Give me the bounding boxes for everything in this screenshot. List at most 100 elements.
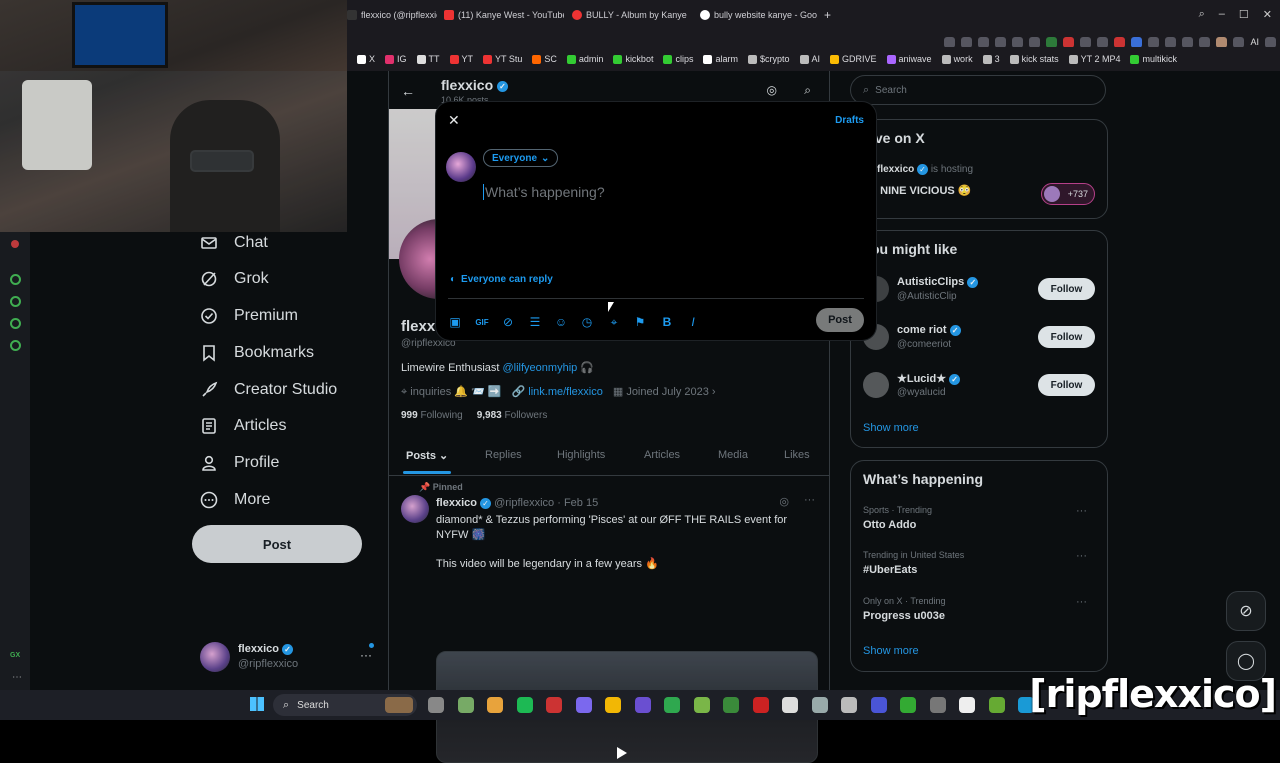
- taskbar-app-icon[interactable]: [428, 697, 444, 713]
- taskbar-app-icon[interactable]: [723, 697, 739, 713]
- taskbar-app-icon[interactable]: [900, 697, 916, 713]
- audience-selector[interactable]: Everyone ⌄: [483, 149, 559, 167]
- italic-icon[interactable]: I: [686, 315, 700, 329]
- bookmark-label: aniwave: [898, 54, 932, 64]
- bookmark-icon: [886, 54, 896, 64]
- taskbar-app-icon[interactable]: [870, 697, 887, 713]
- taskbar-app-icon[interactable]: [605, 697, 621, 713]
- bookmark-label: work: [953, 54, 973, 64]
- taskbar-app-icon[interactable]: [487, 697, 503, 713]
- bookmark-item[interactable]: alarm: [703, 54, 738, 64]
- taskbar-app-icon[interactable]: [693, 697, 710, 713]
- bookmark-label: TT: [428, 54, 440, 64]
- compose-text-input[interactable]: What’s happening?: [483, 184, 860, 200]
- bookmark-label: multikick: [1142, 54, 1177, 64]
- bookmark-item[interactable]: multikick: [1130, 54, 1177, 64]
- bookmark-item[interactable]: kickbot: [613, 54, 653, 64]
- bookmark-label: YT 2 MP4: [1080, 54, 1121, 64]
- bookmark-item[interactable]: YT 2 MP4: [1068, 54, 1121, 64]
- bookmark-item[interactable]: IG: [385, 54, 407, 64]
- location-icon[interactable]: ⌖: [607, 315, 621, 329]
- taskbar-app-icon[interactable]: [575, 697, 592, 713]
- window-controls: ⌕ – ☐ ✕: [1199, 8, 1272, 21]
- drafts-button[interactable]: Drafts: [835, 115, 864, 126]
- taskbar-app-icon[interactable]: [929, 697, 946, 713]
- play-icon[interactable]: [617, 747, 627, 759]
- media-icon[interactable]: ▣: [448, 315, 462, 329]
- bookmark-icon: [703, 54, 713, 64]
- tab-label: (11) Kanye West - YouTube: [458, 10, 564, 20]
- bookmark-item[interactable]: X: [357, 54, 375, 64]
- taskbar-app-icon[interactable]: [752, 697, 769, 713]
- bookmark-item[interactable]: admin: [566, 54, 603, 64]
- bookmark-label: YT: [461, 54, 474, 64]
- browser-tab-bully[interactable]: BULLY - Album by Kanye: [572, 6, 690, 24]
- bookmark-icon: [449, 54, 459, 64]
- windows-start-icon[interactable]: [250, 697, 264, 711]
- new-tab-button[interactable]: +: [824, 6, 834, 24]
- taskbar-app-icon[interactable]: [457, 697, 474, 713]
- bookmark-item[interactable]: YT Stu: [483, 54, 522, 64]
- search-highlight-image: [385, 697, 413, 713]
- audience-label: Everyone: [492, 152, 538, 164]
- bookmark-item[interactable]: YT: [449, 54, 474, 64]
- taskbar-app-icon[interactable]: [664, 697, 680, 713]
- taskbar-app-icon[interactable]: [959, 697, 975, 713]
- minimize-icon[interactable]: –: [1219, 8, 1225, 21]
- taskbar-app-icon[interactable]: [988, 697, 1005, 713]
- bookmark-item[interactable]: clips: [663, 54, 693, 64]
- bookmark-item[interactable]: GDRIVE: [830, 54, 877, 64]
- gif-icon[interactable]: GIF: [475, 315, 489, 329]
- bookmark-item[interactable]: AI: [799, 54, 820, 64]
- bookmark-icon: [747, 54, 757, 64]
- reply-setting-button[interactable]: ◐ Everyone can reply: [450, 274, 553, 285]
- bookmark-icon: [1130, 54, 1140, 64]
- bookmark-icon: [483, 54, 493, 64]
- youtube-favicon-icon: [444, 10, 454, 20]
- bookmark-list: X IG TT YT YT Stu SC admin kickbot clips alarm $cr…: [357, 54, 1187, 64]
- bookmark-item[interactable]: aniwave: [886, 54, 932, 64]
- bold-icon[interactable]: B: [660, 315, 674, 329]
- google-favicon-icon: [700, 10, 710, 20]
- search-icon[interactable]: ⌕: [1199, 8, 1205, 21]
- bookmark-label: clips: [675, 54, 694, 64]
- taskbar-app-icon[interactable]: [634, 697, 651, 713]
- bookmark-item[interactable]: $crypto: [747, 54, 790, 64]
- bookmark-icon: [799, 54, 809, 64]
- tab-label: flexxico (@ripflexxico: [361, 10, 437, 20]
- browser-tab-x[interactable]: flexxico (@ripflexxico: [347, 6, 437, 24]
- taskbar-app-icon[interactable]: [841, 697, 857, 713]
- bookmark-label: GDRIVE: [842, 54, 877, 64]
- bookmark-item[interactable]: TT: [416, 54, 440, 64]
- flag-icon[interactable]: ⚑: [633, 315, 647, 329]
- poll-icon[interactable]: ☰: [528, 315, 542, 329]
- taskbar-app-icon[interactable]: [516, 697, 533, 713]
- bookmark-icon: [385, 54, 395, 64]
- schedule-icon[interactable]: ◷: [580, 315, 594, 329]
- bookmark-label: YT Stu: [495, 54, 523, 64]
- streamer-watermark: [ripflexxico]: [1029, 672, 1277, 716]
- bookmark-item[interactable]: kick stats: [1009, 54, 1059, 64]
- emoji-icon[interactable]: ☺: [554, 315, 568, 329]
- grok-icon[interactable]: ⊘: [501, 315, 515, 329]
- taskbar-app-icon[interactable]: [546, 697, 562, 713]
- close-icon[interactable]: ✕: [1263, 8, 1272, 21]
- bookmark-icon: [1068, 54, 1078, 64]
- bookmark-icon: [830, 54, 840, 64]
- browser-tab-google[interactable]: bully website kanye - Goo: [700, 6, 818, 24]
- bookmark-item[interactable]: SC: [532, 54, 557, 64]
- taskbar-search[interactable]: ⌕ Search: [273, 694, 417, 716]
- bookmark-label: IG: [397, 54, 407, 64]
- close-icon[interactable]: ✕: [448, 112, 460, 129]
- search-icon: ⌕: [283, 698, 290, 711]
- taskbar-app-icon[interactable]: [811, 697, 828, 713]
- bookmark-item[interactable]: 3: [982, 54, 1000, 64]
- maximize-icon[interactable]: ☐: [1239, 8, 1249, 21]
- bookmark-icon: [532, 54, 542, 64]
- browser-tab-youtube[interactable]: (11) Kanye West - YouTube: [444, 6, 564, 24]
- monitor-image: [72, 2, 168, 68]
- bookmark-item[interactable]: work: [941, 54, 973, 64]
- bookmark-icon: [941, 54, 951, 64]
- taskbar-app-icon[interactable]: [782, 697, 798, 713]
- compose-post-button[interactable]: Post: [816, 308, 864, 332]
